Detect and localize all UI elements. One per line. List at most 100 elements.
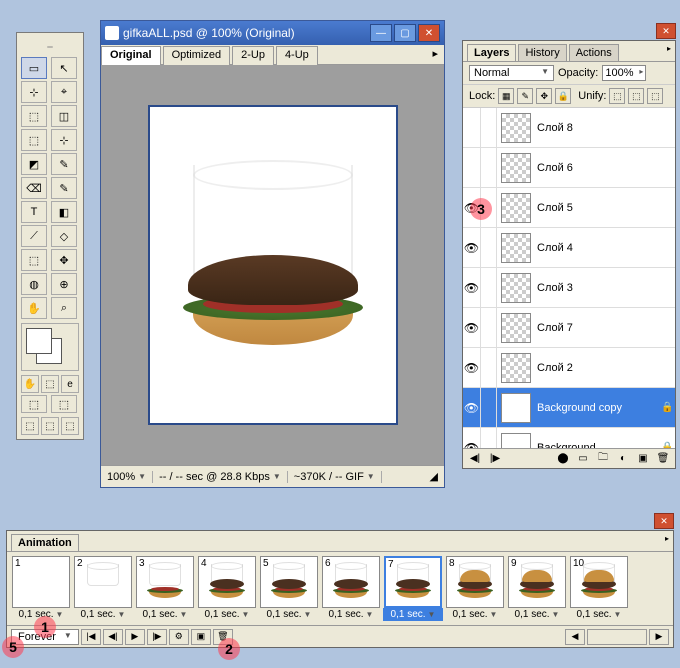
frame-delay-select[interactable]: 0,1 sec. ▼: [577, 608, 622, 621]
frame-thumbnail[interactable]: 9: [508, 556, 566, 608]
layer-row[interactable]: 👁Слой 4: [463, 228, 675, 268]
jump-button-2[interactable]: ⬚: [61, 417, 79, 435]
lock-all-button[interactable]: 🔒: [555, 88, 571, 104]
layer-name-label[interactable]: Слой 3: [535, 282, 661, 294]
opacity-input[interactable]: 100%▸: [602, 65, 646, 81]
next-frame-button[interactable]: |▶: [147, 629, 167, 645]
animation-frame[interactable]: 100,1 sec. ▼: [569, 556, 629, 621]
layer-name-label[interactable]: Background copy: [535, 402, 661, 414]
color-swatches[interactable]: [21, 323, 79, 371]
layer-thumbnail[interactable]: [501, 153, 531, 183]
layer-link-col[interactable]: [481, 428, 497, 448]
layer-row[interactable]: Слой 8: [463, 108, 675, 148]
frame-delay-select[interactable]: 0,1 sec. ▼: [143, 608, 188, 621]
layer-thumbnail[interactable]: [501, 233, 531, 263]
animation-panel-menu-icon[interactable]: ▸: [665, 534, 669, 543]
prev-frame-button[interactable]: ◀|: [103, 629, 123, 645]
frame-delay-select[interactable]: 0,1 sec. ▼: [453, 608, 498, 621]
panel-tab-history[interactable]: History: [518, 44, 566, 61]
mode-button-2[interactable]: e: [61, 375, 79, 393]
tool-button-8[interactable]: ◩: [21, 153, 47, 175]
animation-frame[interactable]: 80,1 sec. ▼: [445, 556, 505, 621]
tool-button-3[interactable]: ⌖: [51, 81, 77, 103]
panel-tab-actions[interactable]: Actions: [569, 44, 619, 61]
document-titlebar[interactable]: gifkaALL.psd @ 100% (Original) — ▢ ✕: [101, 21, 444, 45]
lock-position-button[interactable]: ✥: [536, 88, 552, 104]
status-resize-grip[interactable]: ◢: [424, 470, 444, 483]
tool-button-15[interactable]: ◇: [51, 225, 77, 247]
frame-delay-select[interactable]: 0,1 sec. ▼: [383, 608, 443, 621]
animation-frame[interactable]: 10,1 sec. ▼: [11, 556, 71, 621]
tool-button-9[interactable]: ✎: [51, 153, 77, 175]
tool-button-7[interactable]: ⊹: [51, 129, 77, 151]
tools-grip[interactable]: ⎯: [21, 37, 79, 57]
doc-tab-2-up[interactable]: 2-Up: [232, 46, 274, 65]
tool-button-21[interactable]: ⌕: [51, 297, 77, 319]
lock-transparency-button[interactable]: ▦: [498, 88, 514, 104]
layer-thumbnail[interactable]: [501, 313, 531, 343]
tween-button[interactable]: ⚙: [169, 629, 189, 645]
layer-name-label[interactable]: Слой 7: [535, 322, 661, 334]
blend-mode-select[interactable]: Normal▼: [469, 65, 554, 81]
layer-new-icon[interactable]: ▣: [635, 452, 651, 466]
tool-button-19[interactable]: ⊕: [51, 273, 77, 295]
tab-animation[interactable]: Animation: [11, 534, 79, 551]
frame-thumbnail[interactable]: 7: [384, 556, 442, 608]
frame-thumbnail[interactable]: 3: [136, 556, 194, 608]
play-button[interactable]: ▶: [125, 629, 145, 645]
animation-frame[interactable]: 20,1 sec. ▼: [73, 556, 133, 621]
mode-button-0[interactable]: ✋: [21, 375, 39, 393]
layer-delete-icon[interactable]: 🗑: [655, 452, 671, 466]
doc-tabs-menu-icon[interactable]: ▸: [426, 45, 444, 64]
layer-mask-icon[interactable]: ▭: [575, 452, 591, 466]
layer-visibility-toggle[interactable]: 👁: [463, 308, 481, 347]
animation-frame[interactable]: 30,1 sec. ▼: [135, 556, 195, 621]
doc-tab-4-up[interactable]: 4-Up: [276, 46, 318, 65]
scroll-right-button[interactable]: ▶: [649, 629, 669, 645]
layer-visibility-toggle[interactable]: 👁: [463, 268, 481, 307]
frame-thumbnail[interactable]: 8: [446, 556, 504, 608]
layer-visibility-toggle[interactable]: [463, 108, 481, 147]
layer-visibility-toggle[interactable]: 👁: [463, 228, 481, 267]
frame-back-icon[interactable]: ◀|: [467, 452, 483, 466]
layer-link-col[interactable]: [481, 388, 497, 427]
lock-paint-button[interactable]: ✎: [517, 88, 533, 104]
layer-thumbnail[interactable]: [501, 393, 531, 423]
frame-delay-select[interactable]: 0,1 sec. ▼: [205, 608, 250, 621]
mode-button-1[interactable]: ⬚: [41, 375, 59, 393]
scroll-track[interactable]: [587, 629, 647, 645]
canvas[interactable]: [148, 105, 398, 425]
frame-delay-select[interactable]: 0,1 sec. ▼: [329, 608, 374, 621]
layer-link-col[interactable]: [481, 148, 497, 187]
layer-link-col[interactable]: [481, 308, 497, 347]
layer-row[interactable]: 👁 Слой 7: [463, 308, 675, 348]
jump-button-1[interactable]: ⬚: [41, 417, 59, 435]
frame-thumbnail[interactable]: 6: [322, 556, 380, 608]
layer-link-col[interactable]: [481, 268, 497, 307]
tool-button-1[interactable]: ↖: [51, 57, 77, 79]
layer-thumbnail[interactable]: [501, 273, 531, 303]
frame-delay-select[interactable]: 0,1 sec. ▼: [267, 608, 312, 621]
layer-row[interactable]: 👁Слой 2: [463, 348, 675, 388]
layer-visibility-toggle[interactable]: 👁: [463, 388, 481, 427]
canvas-scroll-area[interactable]: [101, 65, 444, 465]
animation-frame[interactable]: 90,1 sec. ▼: [507, 556, 567, 621]
layer-row[interactable]: 👁Слой 5: [463, 188, 675, 228]
layer-thumbnail[interactable]: [501, 193, 531, 223]
layer-name-label[interactable]: Background: [535, 442, 661, 449]
doc-tab-original[interactable]: Original: [101, 46, 161, 65]
layer-visibility-toggle[interactable]: 👁: [463, 348, 481, 387]
animation-frame[interactable]: 40,1 sec. ▼: [197, 556, 257, 621]
panel-tab-layers[interactable]: Layers: [467, 44, 516, 61]
layer-adjust-icon[interactable]: ◐: [615, 452, 631, 466]
download-rate[interactable]: -- / -- sec @ 28.8 Kbps▼: [153, 471, 288, 483]
layer-row[interactable]: 👁Background copy🔒: [463, 388, 675, 428]
zoom-selector[interactable]: 100%▼: [101, 471, 153, 483]
layers-panel-close-button[interactable]: ✕: [656, 23, 676, 39]
layer-name-label[interactable]: Слой 8: [535, 122, 661, 134]
unify-position-button[interactable]: ⬚: [609, 88, 625, 104]
layer-link-col[interactable]: [481, 228, 497, 267]
tool-button-14[interactable]: ⟋: [21, 225, 47, 247]
tool-button-17[interactable]: ✥: [51, 249, 77, 271]
layer-name-label[interactable]: Слой 6: [535, 162, 661, 174]
